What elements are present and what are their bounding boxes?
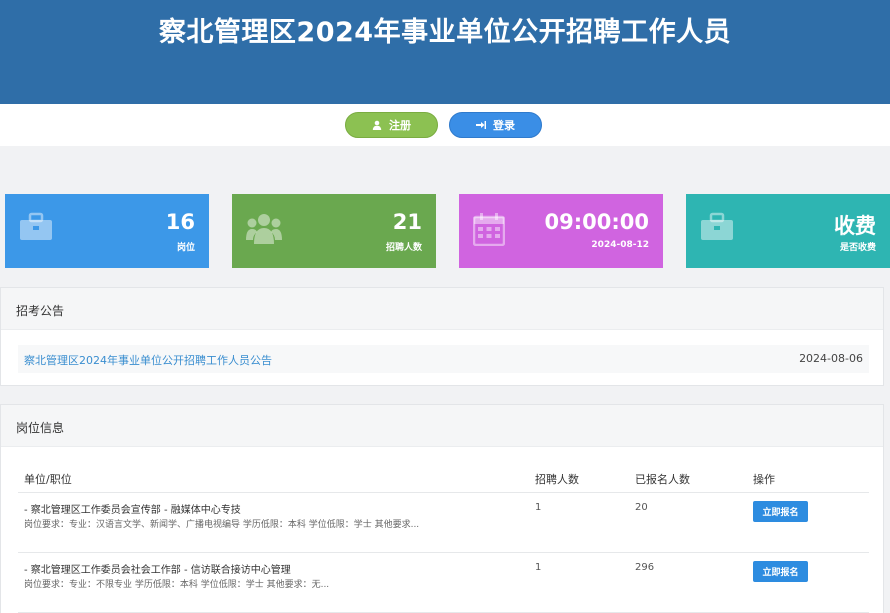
col-header-applied: 已报名人数 — [635, 473, 690, 486]
users-icon — [246, 214, 282, 244]
calendar-icon — [473, 213, 505, 246]
notice-link[interactable]: 察北管理区2024年事业单位公开招聘工作人员公告 — [24, 352, 272, 368]
apply-button[interactable]: 立即报名 — [753, 501, 808, 522]
jobs-panel: 岗位信息 单位/职位 招聘人数 已报名人数 操作 - 察北管理区工作委员会宣传部… — [0, 404, 884, 613]
job-title: - 察北管理区工作委员会社会工作部 - 信访联合接访中心管理 — [24, 565, 291, 576]
briefcase-icon — [701, 212, 733, 240]
job-title: - 察北管理区工作委员会宣传部 - 融媒体中心专技 — [24, 505, 241, 516]
stat-card-hires: 21 招聘人数 — [232, 194, 436, 268]
stat-card-deadline: 09:00:00 2024-08-12 — [459, 194, 663, 268]
job-applied: 20 — [635, 502, 648, 513]
page-title: 察北管理区2024年事业单位公开招聘工作人员 — [158, 17, 732, 48]
auth-bar: 注册 登录 — [0, 104, 890, 146]
job-count: 1 — [535, 502, 542, 513]
stat-label: 2024-08-12 — [591, 240, 649, 250]
apply-button[interactable]: 立即报名 — [753, 561, 808, 582]
login-label: 登录 — [493, 119, 515, 132]
col-header-unit: 单位/职位 — [24, 473, 72, 486]
notice-date: 2024-08-06 — [799, 352, 863, 365]
stat-label: 是否收费 — [839, 243, 876, 253]
col-header-count: 招聘人数 — [535, 473, 579, 486]
notice-heading: 招考公告 — [1, 288, 883, 330]
divider — [18, 552, 869, 553]
job-requirements: 岗位要求：专业：不限专业 学历低限：本科 学位低限：学士 其他要求：无... — [24, 580, 330, 590]
register-label: 注册 — [389, 119, 411, 132]
stat-value: 21 — [392, 210, 422, 234]
stat-value: 16 — [165, 210, 195, 234]
login-button[interactable]: 登录 — [449, 112, 542, 138]
briefcase-icon — [20, 212, 52, 240]
col-header-action: 操作 — [753, 473, 775, 486]
stat-value: 09:00:00 — [544, 210, 649, 234]
job-applied: 296 — [635, 562, 655, 573]
page-header: 察北管理区2024年事业单位公开招聘工作人员 — [0, 0, 890, 104]
notice-panel: 招考公告 察北管理区2024年事业单位公开招聘工作人员公告 2024-08-06 — [0, 287, 884, 386]
user-icon — [372, 120, 382, 130]
notice-item[interactable]: 察北管理区2024年事业单位公开招聘工作人员公告 2024-08-06 — [18, 345, 869, 373]
stat-label: 岗位 — [176, 243, 195, 253]
divider — [18, 492, 869, 493]
stat-value: 收费 — [834, 214, 876, 238]
jobs-heading: 岗位信息 — [1, 405, 883, 447]
job-count: 1 — [535, 562, 542, 573]
register-button[interactable]: 注册 — [345, 112, 438, 138]
job-requirements: 岗位要求：专业：汉语言文学、新闻学、广播电视编导 学历低限：本科 学位低限：学士… — [24, 520, 420, 530]
stat-card-positions: 16 岗位 — [5, 194, 209, 268]
sign-in-icon — [476, 121, 486, 129]
stat-card-fee: 收费 是否收费 — [686, 194, 890, 268]
stat-label: 招聘人数 — [385, 243, 422, 253]
